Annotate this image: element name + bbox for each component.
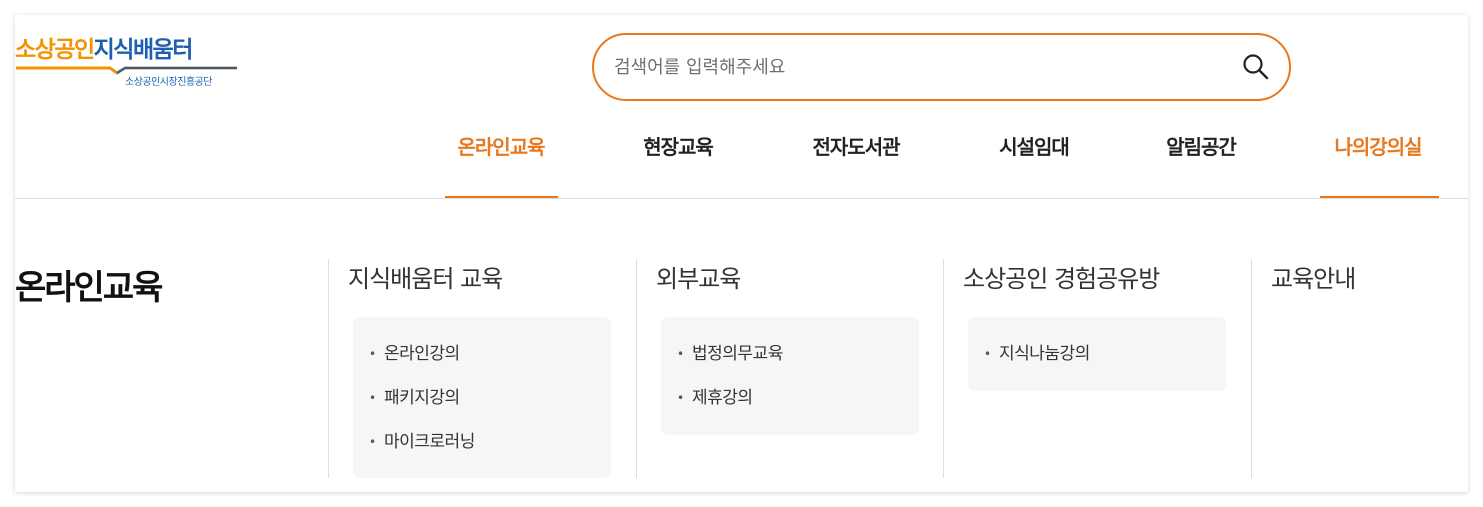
submenu-item-microlearning[interactable]: • 마이크로러닝 [369,427,611,471]
bullet: • [677,347,684,361]
submenu-label: 지식나눔강의 [999,344,1090,364]
search-input[interactable] [614,49,1214,85]
submenu-box: • 온라인강의 • 패키지강의 • 마이크로러닝 [353,317,611,478]
menu-heading-external-education[interactable]: 외부교육 [656,259,741,294]
column-divider [1251,259,1252,478]
logo-text-blue: 지식배움터 [93,37,194,63]
menu-heading-knowledge-education[interactable]: 지식배움터 교육 [348,259,503,294]
site-logo[interactable]: 소상공인지식배움터 소상공인시장진흥공단 [15,35,255,91]
bullet: • [369,435,376,449]
submenu-item-knowledge-sharing[interactable]: • 지식나눔강의 [984,339,1226,383]
nav-item-field-education[interactable]: 현장교육 [643,131,714,160]
bullet: • [369,347,376,361]
search-icon[interactable] [1241,52,1271,82]
submenu-box: • 법정의무교육 • 제휴강의 [661,317,919,435]
submenu-label: 법정의무교육 [692,344,783,364]
submenu-item-legal-mandatory[interactable]: • 법정의무교육 [677,339,919,383]
logo-text-orange: 소상공인 [15,37,95,63]
bullet: • [677,391,684,405]
bullet: • [984,347,991,361]
menu-heading-education-guide[interactable]: 교육안내 [1271,259,1356,294]
logo-subtitle: 소상공인시장진흥공단 [125,77,213,88]
column-divider [943,259,944,478]
submenu-item-partner-lecture[interactable]: • 제휴강의 [677,383,919,427]
submenu-label: 온라인강의 [384,344,460,364]
nav-item-online-education[interactable]: 온라인교육 [458,131,546,160]
column-divider [636,259,637,478]
column-divider [328,259,329,478]
nav-item-facility-rental[interactable]: 시설임대 [999,131,1070,160]
nav-item-my-classroom[interactable]: 나의강의실 [1335,131,1423,160]
submenu-label: 마이크로러닝 [384,432,475,452]
search-box [592,33,1291,101]
bullet: • [369,391,376,405]
submenu-box: • 지식나눔강의 [968,317,1226,391]
submenu-label: 제휴강의 [692,388,753,408]
submenu-item-package-lecture[interactable]: • 패키지강의 [369,383,611,427]
logo-wordmark: 소상공인지식배움터 [15,35,194,65]
nav-item-notice[interactable]: 알림공간 [1166,131,1237,160]
site-header-frame: 소상공인지식배움터 소상공인시장진흥공단 온라인교육 현장교육 전자도서관 시설… [15,15,1468,492]
menu-heading-experience-sharing[interactable]: 소상공인 경험공유방 [963,259,1160,294]
submenu-item-online-lecture[interactable]: • 온라인강의 [369,339,611,383]
nav-item-e-library[interactable]: 전자도서관 [813,131,901,160]
mega-menu-title: 온라인교육 [15,268,163,308]
nav-divider [15,198,1468,199]
submenu-label: 패키지강의 [384,388,460,408]
